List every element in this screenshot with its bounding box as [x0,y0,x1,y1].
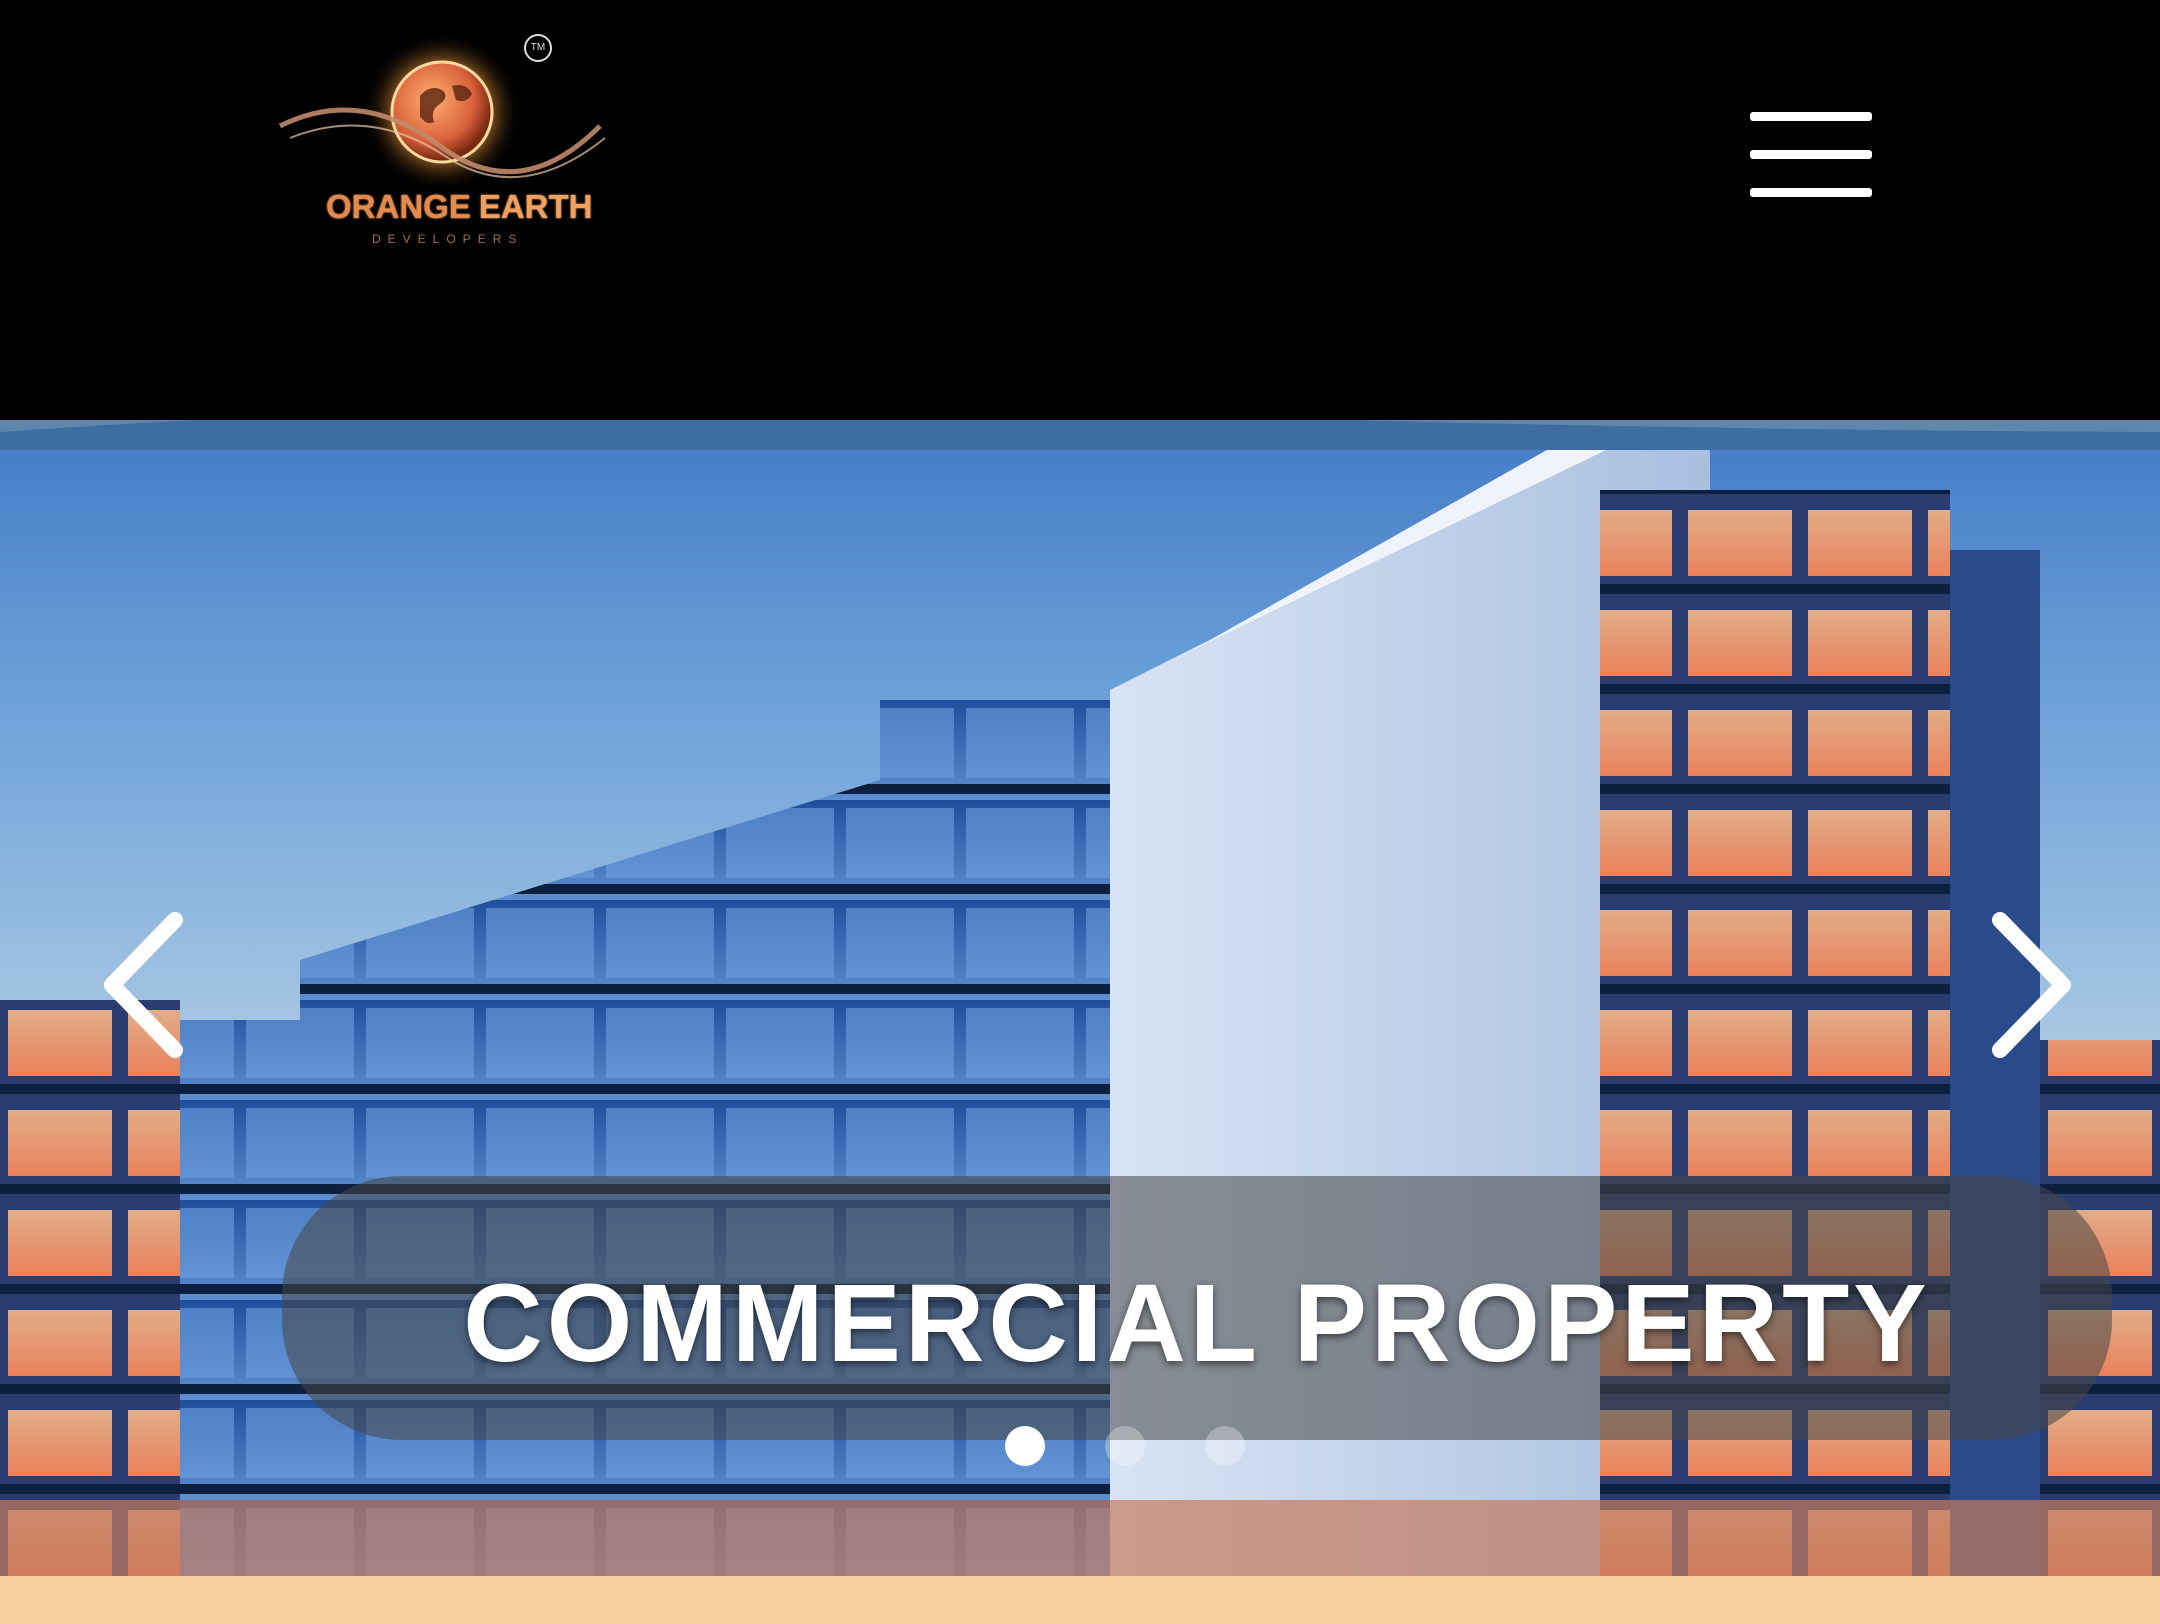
orange-earth-logo[interactable]: TM ORANGE EARTH DEVELOPERS [270,26,620,256]
slide-title: COMMERCIAL PROPERTY [463,1262,1931,1385]
chevron-left-icon[interactable] [100,910,190,1060]
logo-name: ORANGE [326,188,471,225]
menu-line [1750,112,1872,121]
logo-tagline: DEVELOPERS [372,232,524,246]
slide-dot-1[interactable] [1005,1426,1045,1466]
logo-name-accent: EARTH [478,188,593,225]
slide-dot-3[interactable] [1205,1426,1245,1466]
site-header: TM ORANGE EARTH DEVELOPERS [0,0,2160,420]
footer-strip [0,1576,2160,1624]
chevron-right-icon[interactable] [1985,910,2075,1060]
logo-wordmark: ORANGE EARTH [326,188,593,226]
hamburger-menu-icon[interactable] [1750,110,1872,200]
menu-line [1750,150,1872,159]
hero-slider: COMMERCIAL PROPERTY [0,400,2160,1576]
trademark-badge: TM [524,34,552,62]
menu-line [1750,188,1872,197]
slide-dot-2[interactable] [1105,1426,1145,1466]
